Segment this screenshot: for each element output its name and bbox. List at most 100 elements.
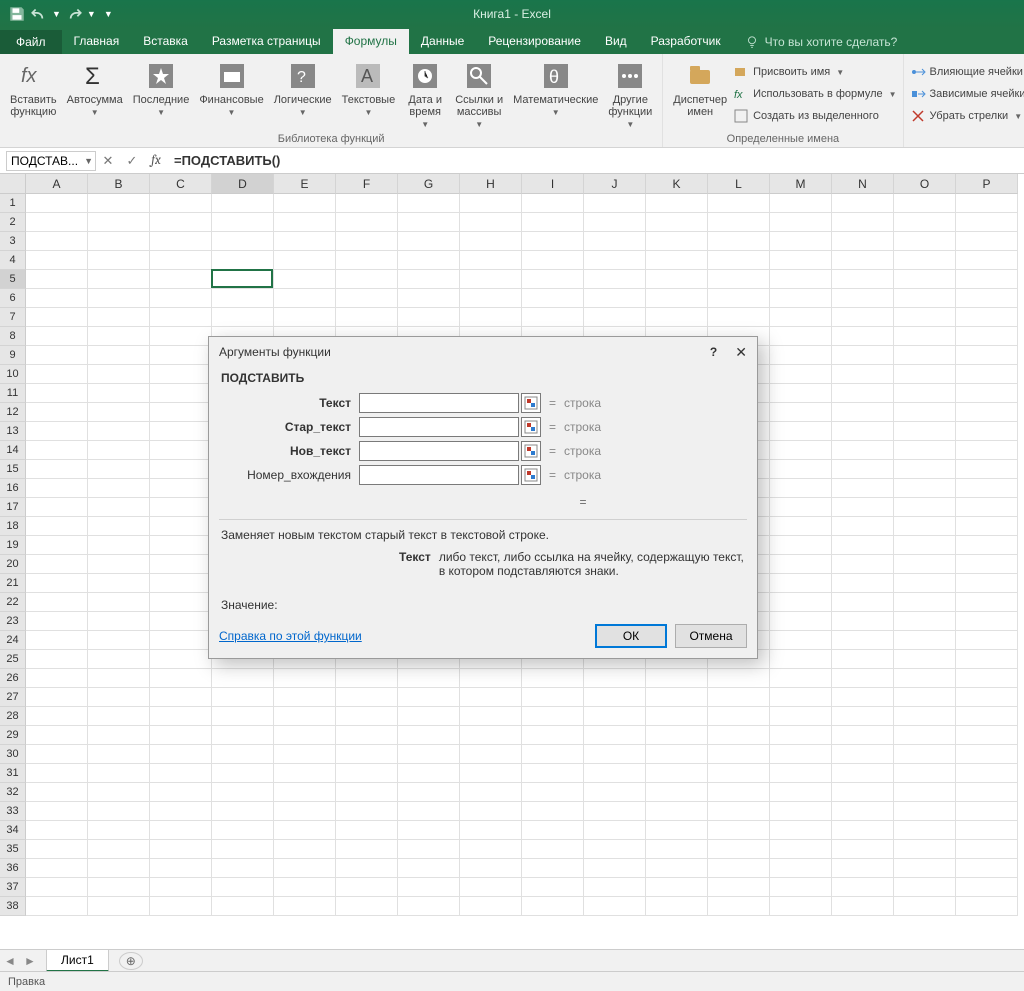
cell[interactable] — [274, 821, 336, 840]
cell[interactable] — [150, 422, 212, 441]
cell[interactable] — [274, 802, 336, 821]
cell[interactable] — [274, 745, 336, 764]
cell[interactable] — [894, 745, 956, 764]
cell[interactable] — [88, 308, 150, 327]
cell[interactable] — [956, 631, 1018, 650]
cell[interactable] — [832, 726, 894, 745]
row-header-6[interactable]: 6 — [0, 289, 26, 308]
lookup-button[interactable]: Ссылки и массивы▼ — [451, 58, 507, 133]
cell[interactable] — [398, 194, 460, 213]
cell[interactable] — [460, 251, 522, 270]
row-header-18[interactable]: 18 — [0, 517, 26, 536]
cell[interactable] — [770, 840, 832, 859]
cell[interactable] — [26, 612, 88, 631]
cell[interactable] — [832, 897, 894, 916]
cell[interactable] — [88, 821, 150, 840]
cell[interactable] — [832, 802, 894, 821]
cell[interactable] — [274, 707, 336, 726]
cell[interactable] — [88, 897, 150, 916]
cell[interactable] — [522, 859, 584, 878]
cell[interactable] — [88, 346, 150, 365]
cell[interactable] — [26, 422, 88, 441]
cell[interactable] — [150, 650, 212, 669]
cell[interactable] — [398, 840, 460, 859]
cell[interactable] — [274, 688, 336, 707]
cell[interactable] — [584, 878, 646, 897]
cell[interactable] — [894, 802, 956, 821]
cell[interactable] — [646, 897, 708, 916]
cell[interactable] — [522, 308, 584, 327]
cell[interactable] — [956, 308, 1018, 327]
cell[interactable] — [460, 783, 522, 802]
cell[interactable] — [460, 745, 522, 764]
col-header-N[interactable]: N — [832, 174, 894, 194]
sheet-nav-prev-icon[interactable]: ◄ — [0, 954, 20, 968]
undo-dropdown-icon[interactable]: ▼ — [52, 9, 61, 19]
cell[interactable] — [88, 403, 150, 422]
cell[interactable] — [770, 897, 832, 916]
cell[interactable] — [832, 555, 894, 574]
cell[interactable] — [584, 764, 646, 783]
text-button[interactable]: A Текстовые▼ — [338, 58, 400, 133]
cell[interactable] — [522, 726, 584, 745]
sheet-tab-1[interactable]: Лист1 — [46, 949, 109, 972]
cell[interactable] — [956, 384, 1018, 403]
cell[interactable] — [646, 707, 708, 726]
cell[interactable] — [894, 498, 956, 517]
cell[interactable] — [398, 821, 460, 840]
cell[interactable] — [88, 612, 150, 631]
cell[interactable] — [150, 726, 212, 745]
cell[interactable] — [26, 840, 88, 859]
cell[interactable] — [88, 669, 150, 688]
cell[interactable] — [646, 251, 708, 270]
cell[interactable] — [150, 593, 212, 612]
cell[interactable] — [956, 574, 1018, 593]
row-header-36[interactable]: 36 — [0, 859, 26, 878]
cell[interactable] — [150, 897, 212, 916]
sheet-nav-next-icon[interactable]: ► — [20, 954, 40, 968]
cell[interactable] — [88, 460, 150, 479]
cell[interactable] — [708, 802, 770, 821]
cell[interactable] — [88, 441, 150, 460]
cell[interactable] — [398, 802, 460, 821]
cell[interactable] — [26, 479, 88, 498]
cell[interactable] — [460, 878, 522, 897]
cell[interactable] — [832, 346, 894, 365]
cell[interactable] — [956, 802, 1018, 821]
cell[interactable] — [832, 270, 894, 289]
cell[interactable] — [150, 365, 212, 384]
cell[interactable] — [460, 802, 522, 821]
row-header-15[interactable]: 15 — [0, 460, 26, 479]
remove-arrows-button[interactable]: Убрать стрелки ▼ — [910, 106, 1024, 126]
cell[interactable] — [956, 555, 1018, 574]
add-sheet-button[interactable]: ⊕ — [119, 952, 143, 970]
col-header-K[interactable]: K — [646, 174, 708, 194]
cell[interactable] — [212, 213, 274, 232]
cell[interactable] — [894, 821, 956, 840]
cell[interactable] — [956, 593, 1018, 612]
cell[interactable] — [832, 384, 894, 403]
cell[interactable] — [770, 365, 832, 384]
col-header-H[interactable]: H — [460, 174, 522, 194]
row-header-4[interactable]: 4 — [0, 251, 26, 270]
cell[interactable] — [522, 688, 584, 707]
cell[interactable] — [26, 270, 88, 289]
cell[interactable] — [26, 764, 88, 783]
cell[interactable] — [150, 574, 212, 593]
cell[interactable] — [522, 821, 584, 840]
cell[interactable] — [894, 669, 956, 688]
tell-me[interactable]: Что вы хотите сделать? — [733, 30, 910, 54]
cell[interactable] — [88, 745, 150, 764]
cell[interactable] — [584, 308, 646, 327]
cell[interactable] — [460, 688, 522, 707]
cell[interactable] — [26, 517, 88, 536]
cell[interactable] — [708, 308, 770, 327]
cell[interactable] — [956, 726, 1018, 745]
cell[interactable] — [88, 517, 150, 536]
col-header-I[interactable]: I — [522, 174, 584, 194]
cell[interactable] — [88, 555, 150, 574]
col-header-J[interactable]: J — [584, 174, 646, 194]
cell[interactable] — [88, 726, 150, 745]
fx-button[interactable]: fx — [144, 153, 168, 168]
cell[interactable] — [26, 232, 88, 251]
